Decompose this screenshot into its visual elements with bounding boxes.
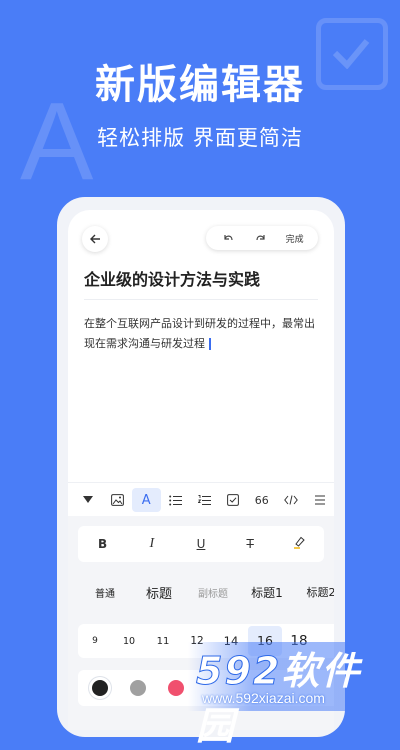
bold-button[interactable]: B <box>88 537 118 551</box>
size-option[interactable]: 10 <box>112 636 146 647</box>
hero-title: 新版编辑器 <box>95 62 305 108</box>
document-title[interactable]: 企业级的设计方法与实践 <box>84 266 260 290</box>
color-swatch-red[interactable] <box>168 680 184 696</box>
strikethrough-button[interactable]: T <box>235 537 265 551</box>
watermark-logo-number: 592 <box>195 649 282 694</box>
style-heading[interactable]: 标题 <box>132 583 186 602</box>
paragraph-style-row: 普通 标题 副标题 标题1 标题2 <box>78 574 334 610</box>
style-normal[interactable]: 普通 <box>78 585 132 600</box>
format-toolbar: A 66 <box>68 482 334 517</box>
font-format-row: B I U T <box>78 526 324 562</box>
back-button[interactable] <box>82 226 108 252</box>
title-divider <box>84 299 318 300</box>
text-style-button[interactable]: A <box>131 488 161 512</box>
code-button[interactable] <box>276 488 305 512</box>
bullet-list-button[interactable] <box>161 488 190 512</box>
toolbar-collapse-button[interactable] <box>74 488 103 512</box>
text-caret <box>209 338 211 350</box>
color-swatch-gray[interactable] <box>130 680 146 696</box>
redo-icon <box>256 235 265 241</box>
undo-button[interactable] <box>220 230 236 246</box>
insert-image-button[interactable] <box>103 488 132 512</box>
highlighter-icon <box>294 536 306 549</box>
quote-button[interactable]: 66 <box>247 488 276 512</box>
dropdown-triangle-icon <box>83 496 94 503</box>
code-icon <box>283 495 298 505</box>
more-icon <box>314 495 325 505</box>
bullet-list-icon <box>168 495 182 505</box>
italic-button[interactable]: I <box>137 536 167 552</box>
done-button[interactable]: 完成 <box>286 232 304 245</box>
size-option[interactable]: 9 <box>78 636 112 646</box>
arrow-left-icon <box>90 234 100 244</box>
document-body[interactable]: 在整个互联网产品设计到研发的过程中，最常出现在需求沟通与研发过程 <box>84 314 318 354</box>
checkbox-icon <box>226 494 239 506</box>
style-heading-1[interactable]: 标题1 <box>240 584 294 601</box>
hero-subtitle: 轻松排版 界面更简洁 <box>97 126 303 150</box>
more-tools-button[interactable] <box>305 488 334 512</box>
image-icon <box>110 494 124 506</box>
undo-icon <box>224 235 233 241</box>
numbered-list-icon <box>197 494 211 505</box>
top-action-pill: 完成 <box>206 226 318 250</box>
underline-button[interactable]: U <box>186 537 216 551</box>
numbered-list-button[interactable] <box>190 488 219 512</box>
watermark-url: www.592xiazai.com <box>202 690 325 706</box>
color-swatch-black[interactable] <box>92 680 108 696</box>
style-subtitle[interactable]: 副标题 <box>186 585 240 600</box>
highlight-button[interactable] <box>284 536 314 552</box>
style-heading-2[interactable]: 标题2 <box>294 584 335 600</box>
document-body-text: 在整个互联网产品设计到研发的过程中，最常出现在需求沟通与研发过程 <box>84 317 315 350</box>
checkbox-button[interactable] <box>218 488 247 512</box>
size-option[interactable]: 11 <box>146 636 180 647</box>
redo-button[interactable] <box>253 230 269 246</box>
